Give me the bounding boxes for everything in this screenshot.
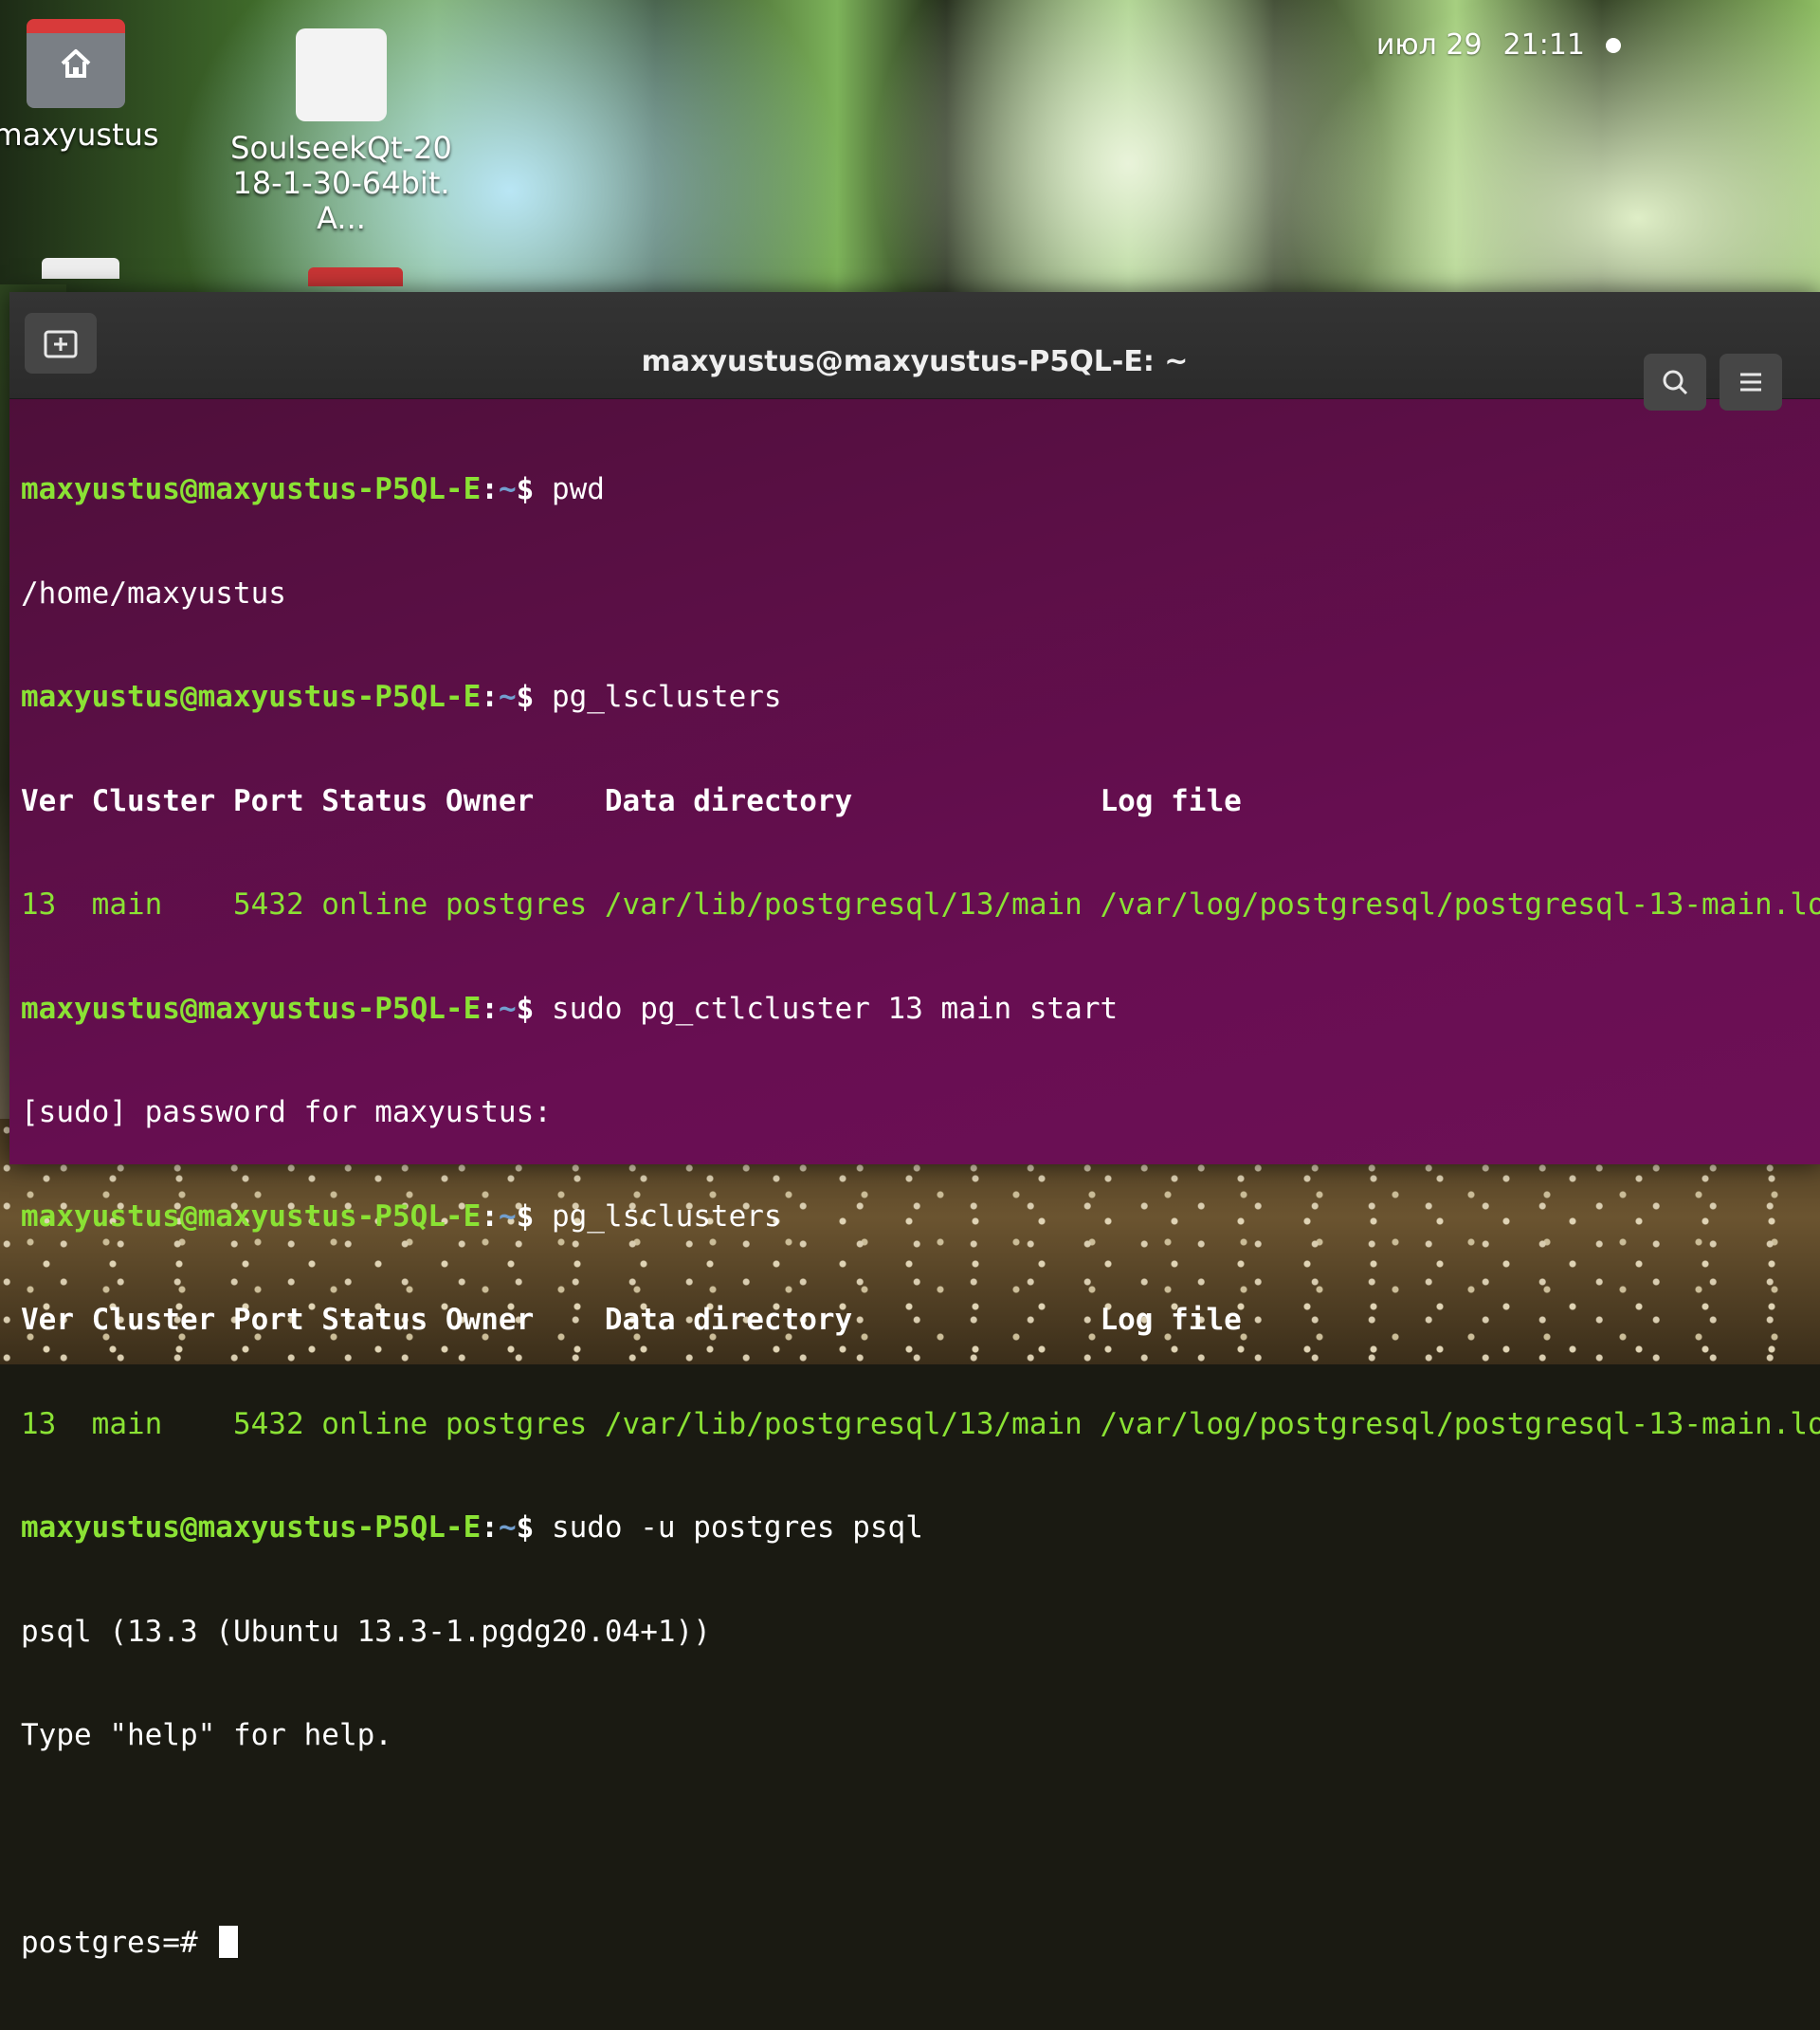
psql-version-text: psql (13.3 (Ubuntu 13.3-1.pgdg20.04+1)) — [21, 1614, 711, 1649]
text-cursor[interactable] — [219, 1926, 239, 1958]
psql-prompt: postgres=# — [21, 1926, 216, 1960]
prompt-path: ~ — [498, 1510, 517, 1545]
prompt-separator: : — [481, 680, 499, 714]
terminal-line: Type "help" for help. — [21, 1718, 1820, 1753]
terminal-line: maxyustus@maxyustus-P5QL-E:~$ sudo -u po… — [21, 1510, 1820, 1545]
desktop-icon-partial-2[interactable] — [308, 267, 403, 286]
terminal-line: /home/maxyustus — [21, 576, 1820, 612]
menu-button[interactable] — [1720, 354, 1782, 411]
prompt-user: maxyustus@maxyustus-P5QL-E — [21, 472, 482, 506]
prompt-separator: : — [481, 1198, 499, 1234]
terminal-line: [sudo] password for maxyustus: — [21, 1095, 1820, 1130]
search-button[interactable] — [1644, 354, 1706, 411]
terminal-line: Ver Cluster Port Status Owner Data direc… — [21, 1303, 1820, 1338]
prompt-user: maxyustus@maxyustus-P5QL-E — [21, 1198, 482, 1234]
cluster-table-header: Ver Cluster Port Status Owner Data direc… — [21, 783, 1242, 818]
prompt-user: maxyustus@maxyustus-P5QL-E — [21, 1510, 482, 1545]
cluster-table-row: 13 main 5432 online postgres /var/lib/po… — [21, 1406, 1820, 1441]
prompt-dollar: $ — [516, 1198, 552, 1234]
window-title: maxyustus@maxyustus-P5QL-E: ~ — [641, 345, 1189, 378]
prompt-user: maxyustus@maxyustus-P5QL-E — [21, 991, 482, 1026]
terminal-output[interactable]: maxyustus@maxyustus-P5QL-E:~$ pwd /home/… — [9, 399, 1820, 2030]
terminal-line: maxyustus@maxyustus-P5QL-E:~$ pwd — [21, 472, 1820, 507]
home-folder-label: maxyustus — [0, 117, 159, 153]
sudo-password-prompt: [sudo] password for maxyustus: — [21, 1095, 552, 1129]
terminal-line: Ver Cluster Port Status Owner Data direc… — [21, 784, 1820, 819]
output-text: /home/maxyustus — [21, 576, 286, 611]
terminal-titlebar[interactable]: maxyustus@maxyustus-P5QL-E: ~ — [9, 292, 1820, 411]
prompt-dollar: $ — [516, 1510, 552, 1545]
appimage-file-icon — [296, 28, 387, 121]
terminal-line: psql (13.3 (Ubuntu 13.3-1.pgdg20.04+1)) — [21, 1615, 1820, 1650]
psql-help-text: Type "help" for help. — [21, 1718, 392, 1752]
command-text: sudo -u postgres psql — [551, 1510, 923, 1545]
prompt-path: ~ — [498, 472, 517, 506]
prompt-path: ~ — [498, 1198, 517, 1234]
command-text: pg_lsclusters — [551, 680, 782, 714]
terminal-line: 13 main 5432 online postgres /var/lib/po… — [21, 1407, 1820, 1442]
soulseek-file-label: SoulseekQt-2018-1-30-64bit.A... — [230, 130, 452, 236]
desktop-icon-soulseek[interactable]: SoulseekQt-2018-1-30-64bit.A... — [223, 28, 460, 235]
cluster-table-header: Ver Cluster Port Status Owner Data direc… — [21, 1303, 1242, 1337]
prompt-separator: : — [481, 991, 499, 1026]
status-dot-icon[interactable] — [1606, 37, 1621, 53]
terminal-line: maxyustus@maxyustus-P5QL-E:~$ sudo pg_ct… — [21, 992, 1820, 1027]
prompt-dollar: $ — [516, 472, 552, 506]
terminal-line: 13 main 5432 online postgres /var/lib/po… — [21, 887, 1820, 923]
command-text: sudo pg_ctlcluster 13 main start — [551, 991, 1119, 1026]
hamburger-menu-icon — [1740, 373, 1761, 392]
prompt-user: maxyustus@maxyustus-P5QL-E — [21, 680, 482, 714]
prompt-dollar: $ — [516, 991, 552, 1026]
top-bar-clock[interactable]: июл 29 21:11 — [1376, 28, 1621, 62]
cluster-table-row: 13 main 5432 online postgres /var/lib/po… — [21, 887, 1820, 922]
prompt-path: ~ — [498, 680, 517, 714]
home-icon — [61, 49, 91, 78]
prompt-dollar: $ — [516, 680, 552, 714]
command-text: pg_lsclusters — [551, 1198, 782, 1234]
home-folder-icon — [27, 19, 125, 108]
clock-time: 21:11 — [1502, 28, 1585, 62]
desktop-icon-home[interactable]: maxyustus — [0, 19, 159, 153]
prompt-separator: : — [481, 1510, 499, 1545]
terminal-line: maxyustus@maxyustus-P5QL-E:~$ pg_lsclust… — [21, 680, 1820, 715]
terminal-window[interactable]: maxyustus@maxyustus-P5QL-E: ~ maxyustus@… — [9, 292, 1820, 1960]
clock-date: июл 29 — [1375, 28, 1483, 62]
desktop-icon-partial[interactable] — [42, 258, 119, 279]
command-text: pwd — [551, 472, 605, 506]
prompt-path: ~ — [498, 991, 517, 1026]
prompt-separator: : — [481, 472, 499, 506]
terminal-line: maxyustus@maxyustus-P5QL-E:~$ pg_lsclust… — [21, 1199, 1820, 1234]
search-icon — [1663, 370, 1688, 395]
terminal-line: postgres=# — [21, 1926, 1820, 1961]
